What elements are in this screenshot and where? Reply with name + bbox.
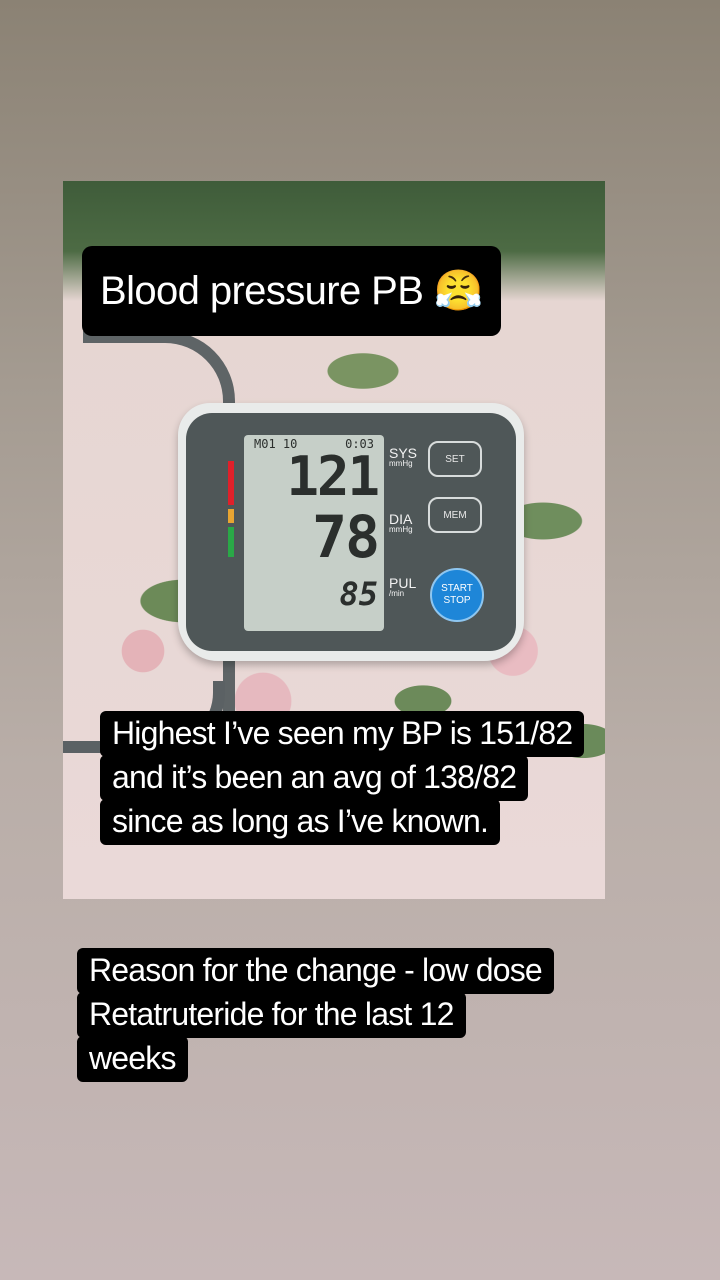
hypertension-indicator-amber [228,509,234,523]
mem-button: MEM [428,497,482,533]
middle-caption: Highest I’ve seen my BP is 151/82 and it… [100,711,585,845]
title-caption: Blood pressure PB 😤 [82,246,502,336]
dia-label: DIA mmHg [389,511,413,534]
caption-line: and it’s been an avg of 138/82 [100,755,529,801]
caption-line: weeks [77,1036,188,1082]
caption-line: Retatruteride for the last 12 [77,992,466,1038]
sys-label: SYS mmHg [389,445,418,468]
pul-label: PUL/min [389,575,417,598]
diastolic-reading: 78 [312,503,380,571]
caption-line: Reason for the change - low dose [77,948,554,994]
bottom-caption: Reason for the change - low dose Retatru… [77,948,554,1082]
blood-pressure-monitor: M01 10 0:03 121 78 85 SYS mmHg DIA mmHg PU… [178,403,524,661]
caption-line: Highest I’ve seen my BP is 151/82 [100,711,585,757]
hypertension-indicator-green [228,527,234,557]
systolic-reading: 121 [286,445,380,508]
hypertension-indicator-red [228,461,234,505]
lcd-display: M01 10 0:03 121 78 85 [244,435,384,631]
caption-line: since as long as I’ve known. [100,799,501,845]
set-button: SET [428,441,482,477]
start-stop-button: START STOP [430,568,484,622]
monitor-faceplate: M01 10 0:03 121 78 85 SYS mmHg DIA mmHg PU… [186,413,516,651]
pulse-reading: 85 [339,575,378,613]
